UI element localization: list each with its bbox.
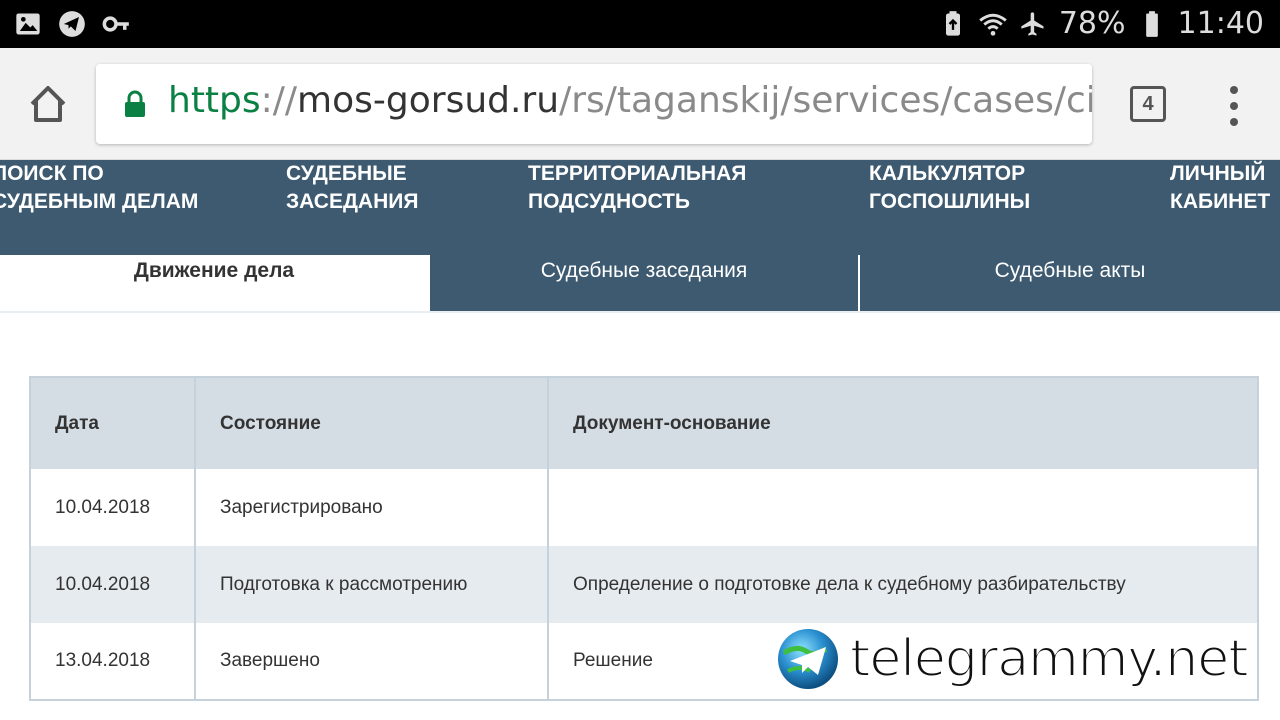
site-nav: Поиск по судебным делам Судебные заседан…	[0, 160, 1280, 255]
telegram-globe-icon	[778, 629, 838, 689]
table-header-row: Дата Состояние Документ-основание	[29, 377, 1258, 469]
tab-court-acts[interactable]: Судебные акты	[860, 255, 1280, 311]
tab-underline	[0, 311, 1280, 313]
tab-switcher-button[interactable]: 4	[1130, 86, 1166, 122]
watermark: telegrammy.net	[776, 626, 1250, 692]
cell-status: Зарегистрировано	[194, 469, 548, 546]
nav-item-case-search[interactable]: Поиск по судебным делам	[0, 160, 198, 216]
home-icon[interactable]	[26, 82, 70, 126]
overflow-menu-icon[interactable]	[1222, 86, 1246, 126]
url-path: /rs/taganskij/services/cases/civil/de	[559, 80, 1092, 121]
url-host: mos-gorsud.ru	[297, 80, 560, 121]
cell-status: Завершено	[194, 623, 548, 700]
lock-icon	[125, 90, 145, 117]
column-header-status: Состояние	[194, 377, 548, 469]
url-separator: ://	[260, 80, 298, 121]
url-text[interactable]: https://mos-gorsud.ru/rs/taganskij/servi…	[168, 80, 1092, 121]
watermark-text: telegrammy.net	[849, 628, 1250, 690]
tab-case-movement[interactable]: Движение дела	[0, 255, 428, 311]
battery-saver-icon	[945, 10, 960, 36]
nav-item-personal-account[interactable]: Личный кабинет	[1170, 160, 1270, 216]
table-row: 10.04.2018 Зарегистрировано	[29, 469, 1258, 546]
table-row: 10.04.2018 Подготовка к рассмотрению Опр…	[29, 546, 1258, 623]
address-bar[interactable]: https://mos-gorsud.ru/rs/taganskij/servi…	[96, 64, 1092, 144]
cell-document: Определение о подготовке дела к судебном…	[547, 546, 1258, 623]
tab-court-sessions[interactable]: Судебные заседания	[430, 255, 858, 311]
key-icon	[102, 16, 129, 32]
cell-date: 10.04.2018	[29, 546, 195, 623]
cell-date: 10.04.2018	[29, 469, 195, 546]
column-header-document: Документ-основание	[547, 377, 1258, 469]
nav-item-fee-calculator[interactable]: Калькулятор госпошлины	[869, 160, 1030, 216]
clock: 11:40	[1177, 6, 1264, 41]
wifi-icon	[979, 13, 1007, 36]
cell-document	[547, 469, 1258, 546]
battery-icon	[1145, 10, 1158, 37]
browser-toolbar: https://mos-gorsud.ru/rs/taganskij/servi…	[0, 48, 1280, 160]
nav-item-jurisdiction[interactable]: Территориальная подсудность	[528, 160, 746, 216]
airplane-mode-icon	[1021, 11, 1044, 36]
cell-status: Подготовка к рассмотрению	[194, 546, 548, 623]
column-header-date: Дата	[29, 377, 195, 469]
status-bar: 78% 11:40	[0, 0, 1280, 48]
telegram-icon	[59, 11, 85, 37]
case-tabs: Движение дела Судебные заседания Судебны…	[0, 255, 1280, 313]
url-scheme: https	[168, 80, 261, 121]
image-icon	[16, 13, 40, 35]
cell-date: 13.04.2018	[29, 623, 195, 700]
nav-item-court-sessions[interactable]: Судебные заседания	[286, 160, 418, 216]
tab-count: 4	[1142, 92, 1154, 115]
battery-percent: 78%	[1058, 6, 1126, 41]
